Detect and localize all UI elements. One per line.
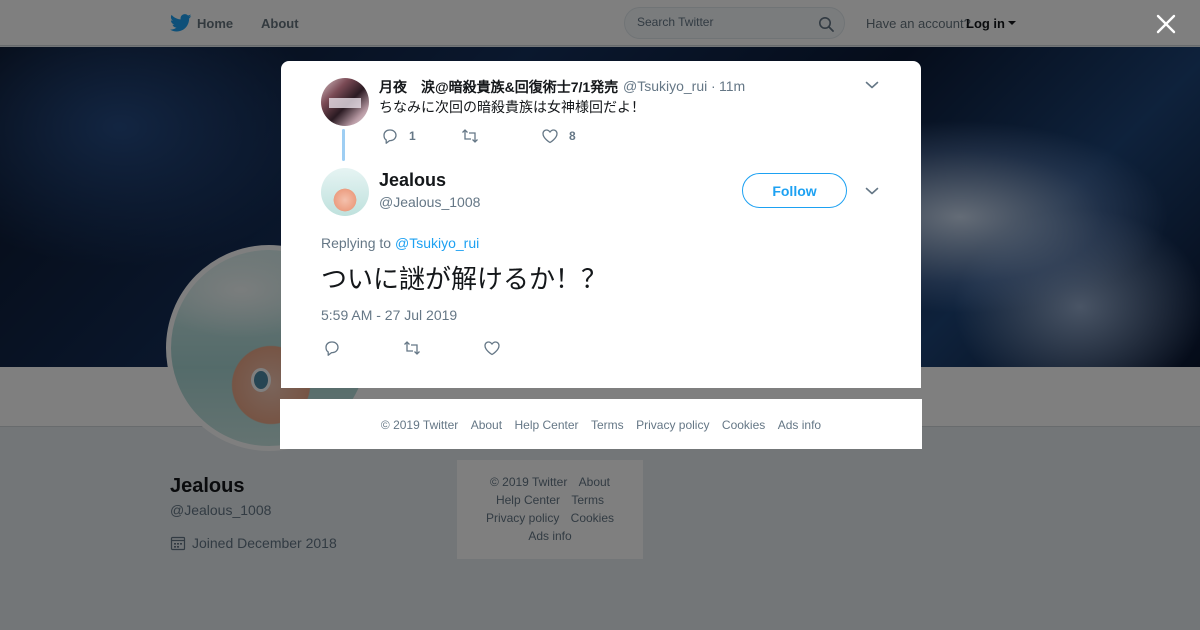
like-icon[interactable] [483, 339, 501, 357]
follow-button[interactable]: Follow [742, 173, 847, 208]
like-count: 8 [569, 129, 576, 143]
footer-help-link[interactable]: Help Center [515, 418, 579, 432]
reply-icon[interactable] [323, 339, 341, 357]
modal-footer: © 2019 Twitter About Help Center Terms P… [280, 399, 922, 449]
context-author-avatar[interactable] [321, 78, 369, 126]
thread-connector [342, 129, 345, 161]
replying-to-label: Replying to [321, 235, 392, 251]
context-tweet-time[interactable]: 11m [719, 78, 745, 94]
close-icon[interactable] [1154, 12, 1178, 36]
like-icon[interactable] [541, 127, 559, 145]
chevron-down-icon[interactable] [865, 79, 879, 91]
author-handle[interactable]: @Jealous_1008 [379, 194, 480, 210]
tweet-modal: 月夜 涙@暗殺貴族&回復術士7/1発売 @Tsukiyo_rui · 11m ち… [281, 61, 921, 388]
reply-count: 1 [409, 129, 416, 143]
footer-ads-link[interactable]: Ads info [778, 418, 821, 432]
footer-cookies-link[interactable]: Cookies [722, 418, 765, 432]
meta-separator: · [711, 78, 716, 94]
tweet-text: ついに謎が解けるか！？ [321, 265, 608, 295]
retweet-icon[interactable] [461, 127, 479, 145]
footer-about-link[interactable]: About [471, 418, 502, 432]
author-avatar[interactable] [321, 168, 369, 216]
tweet-timestamp[interactable]: 5:59 AM - 27 Jul 2019 [321, 307, 457, 323]
context-author-handle[interactable]: @Tsukiyo_rui [623, 78, 707, 94]
reply-icon[interactable] [381, 127, 399, 145]
replying-to-link[interactable]: @Tsukiyo_rui [395, 235, 479, 251]
footer-privacy-link[interactable]: Privacy policy [636, 418, 709, 432]
footer-copyright: © 2019 Twitter [380, 418, 459, 432]
context-tweet-text: ちなみに次回の暗殺貴族は女神様回だよ！ [379, 99, 645, 115]
author-name[interactable]: Jealous [379, 170, 446, 191]
context-author-name[interactable]: 月夜 涙@暗殺貴族&回復術士7/1発売 [379, 77, 618, 97]
chevron-down-icon[interactable] [865, 185, 879, 197]
footer-terms-link[interactable]: Terms [591, 418, 624, 432]
retweet-icon[interactable] [403, 339, 421, 357]
